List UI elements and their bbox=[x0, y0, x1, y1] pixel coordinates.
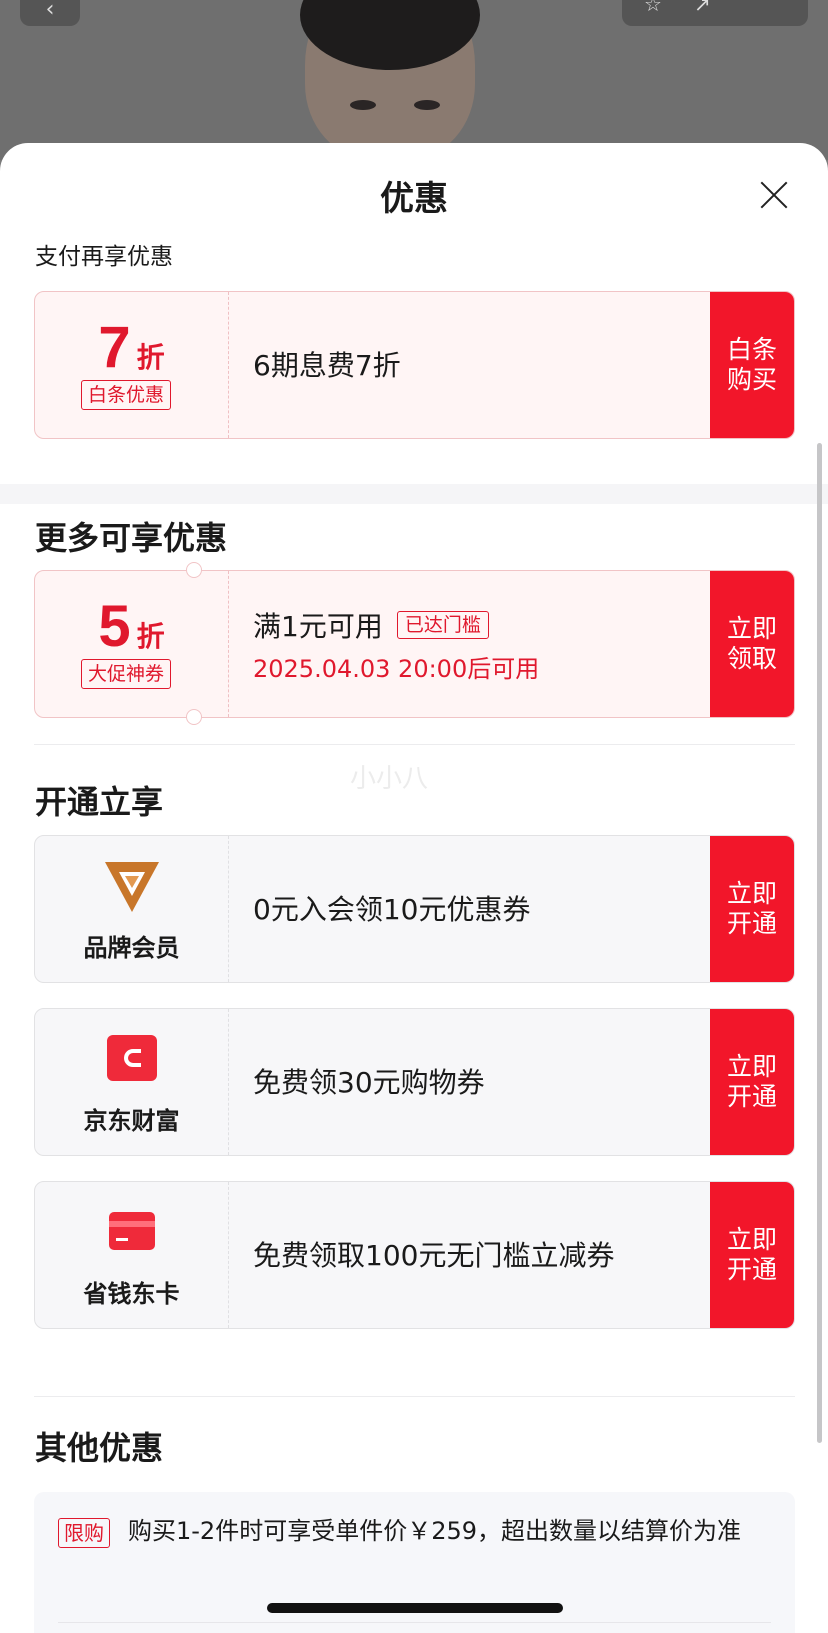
divider bbox=[34, 744, 795, 745]
section-title-other: 其他优惠 bbox=[35, 1429, 164, 1467]
membership-desc: 免费领30元购物券 bbox=[253, 1066, 485, 1099]
section-title-more: 更多可享优惠 bbox=[35, 519, 228, 557]
top-actions: ☆ ↗ bbox=[622, 0, 808, 26]
divider bbox=[34, 1396, 795, 1397]
product-image-background: ‹ ☆ ↗ bbox=[0, 0, 828, 160]
photo-eyes bbox=[350, 100, 440, 114]
divider bbox=[58, 1622, 771, 1623]
brand-name: 京东财富 bbox=[83, 1107, 180, 1135]
membership-content: 0元入会领10元优惠券 bbox=[253, 836, 710, 982]
rate-number: 5 bbox=[98, 594, 131, 659]
coupon-content: 6期息费7折 bbox=[253, 292, 710, 438]
brand-name: 品牌会员 bbox=[83, 934, 180, 962]
close-icon[interactable] bbox=[758, 179, 790, 211]
action-label: 白条购买 bbox=[726, 335, 777, 394]
open-finance-button[interactable]: 立即开通 bbox=[710, 1009, 794, 1155]
ticket-notch bbox=[186, 709, 202, 725]
share-icon[interactable]: ↗ bbox=[694, 0, 711, 16]
membership-card-brand: 品牌会员 0元入会领10元优惠券 立即开通 bbox=[34, 835, 795, 983]
discount-sheet: 优惠 支付再享优惠 7折 白条优惠 6期息费7折 白条购买 更多可享优惠 5折 … bbox=[0, 143, 828, 1633]
coupon-left: 7折 白条优惠 bbox=[35, 292, 229, 438]
open-brand-membership-button[interactable]: 立即开通 bbox=[710, 836, 794, 982]
action-label: 立即开通 bbox=[726, 1052, 777, 1111]
coupon-left: 5折 大促神券 bbox=[35, 571, 229, 717]
ticket-notch bbox=[186, 562, 202, 578]
claim-coupon-button[interactable]: 立即领取 bbox=[710, 571, 794, 717]
open-savings-card-button[interactable]: 立即开通 bbox=[710, 1182, 794, 1328]
brand-name: 省钱东卡 bbox=[83, 1280, 180, 1308]
discount-rate: 7折 bbox=[35, 314, 228, 381]
section-title-membership: 开通立享 bbox=[35, 783, 164, 821]
chevron-left-icon: ‹ bbox=[45, 0, 55, 22]
threshold-badge: 已达门槛 bbox=[396, 611, 489, 639]
membership-left: 省钱东卡 bbox=[35, 1182, 229, 1328]
section-divider bbox=[0, 484, 828, 504]
limit-tag: 限购 bbox=[58, 1518, 110, 1548]
rate-unit: 折 bbox=[136, 341, 165, 374]
action-label: 立即领取 bbox=[726, 614, 777, 673]
membership-card-savings: 省钱东卡 免费领取100元无门槛立减券 立即开通 bbox=[34, 1181, 795, 1329]
membership-card-finance: 京东财富 免费领30元购物券 立即开通 bbox=[34, 1008, 795, 1156]
coupon-card-baitiao: 7折 白条优惠 6期息费7折 白条购买 bbox=[34, 291, 795, 439]
membership-content: 免费领取100元无门槛立减券 bbox=[253, 1182, 710, 1328]
sheet-header: 优惠 bbox=[0, 143, 828, 243]
coupon-card-promo: 5折 大促神券 满1元可用 已达门槛 2025.04.03 20:00后可用 立即… bbox=[34, 570, 795, 718]
coupon-tag: 大促神券 bbox=[81, 659, 172, 689]
membership-desc: 0元入会领10元优惠券 bbox=[253, 893, 531, 926]
membership-left: 品牌会员 bbox=[35, 836, 229, 982]
membership-desc: 免费领取100元无门槛立减券 bbox=[253, 1239, 615, 1272]
membership-content: 免费领30元购物券 bbox=[253, 1009, 710, 1155]
home-indicator bbox=[267, 1603, 563, 1613]
baitiao-buy-button[interactable]: 白条购买 bbox=[710, 292, 794, 438]
rate-number: 7 bbox=[98, 315, 131, 380]
membership-left: 京东财富 bbox=[35, 1009, 229, 1155]
back-button[interactable]: ‹ bbox=[20, 0, 80, 26]
coupon-content: 满1元可用 已达门槛 2025.04.03 20:00后可用 bbox=[253, 571, 710, 717]
coupon-tag: 白条优惠 bbox=[81, 380, 172, 410]
coupon-validity: 2025.04.03 20:00后可用 bbox=[253, 655, 540, 683]
watermark: 小小八 bbox=[350, 764, 429, 794]
coupon-desc: 满1元可用 已达门槛 bbox=[253, 605, 489, 645]
brand-v-icon bbox=[35, 862, 228, 914]
jd-finance-icon bbox=[35, 1035, 228, 1081]
card-icon bbox=[35, 1212, 228, 1250]
star-icon[interactable]: ☆ bbox=[644, 0, 662, 16]
rate-unit: 折 bbox=[136, 620, 165, 653]
discount-rate: 5折 bbox=[35, 593, 228, 660]
sheet-title: 优惠 bbox=[380, 179, 448, 219]
action-label: 立即开通 bbox=[726, 1225, 777, 1284]
scrollbar[interactable] bbox=[817, 443, 822, 1443]
section-title-payment: 支付再享优惠 bbox=[35, 244, 173, 270]
action-label: 立即开通 bbox=[726, 879, 777, 938]
coupon-threshold: 满1元可用 bbox=[253, 610, 383, 643]
other-discount-text: 购买1-2件时可享受单件价￥259，超出数量以结算价为准 bbox=[128, 1517, 742, 1545]
coupon-desc: 6期息费7折 bbox=[253, 349, 401, 382]
